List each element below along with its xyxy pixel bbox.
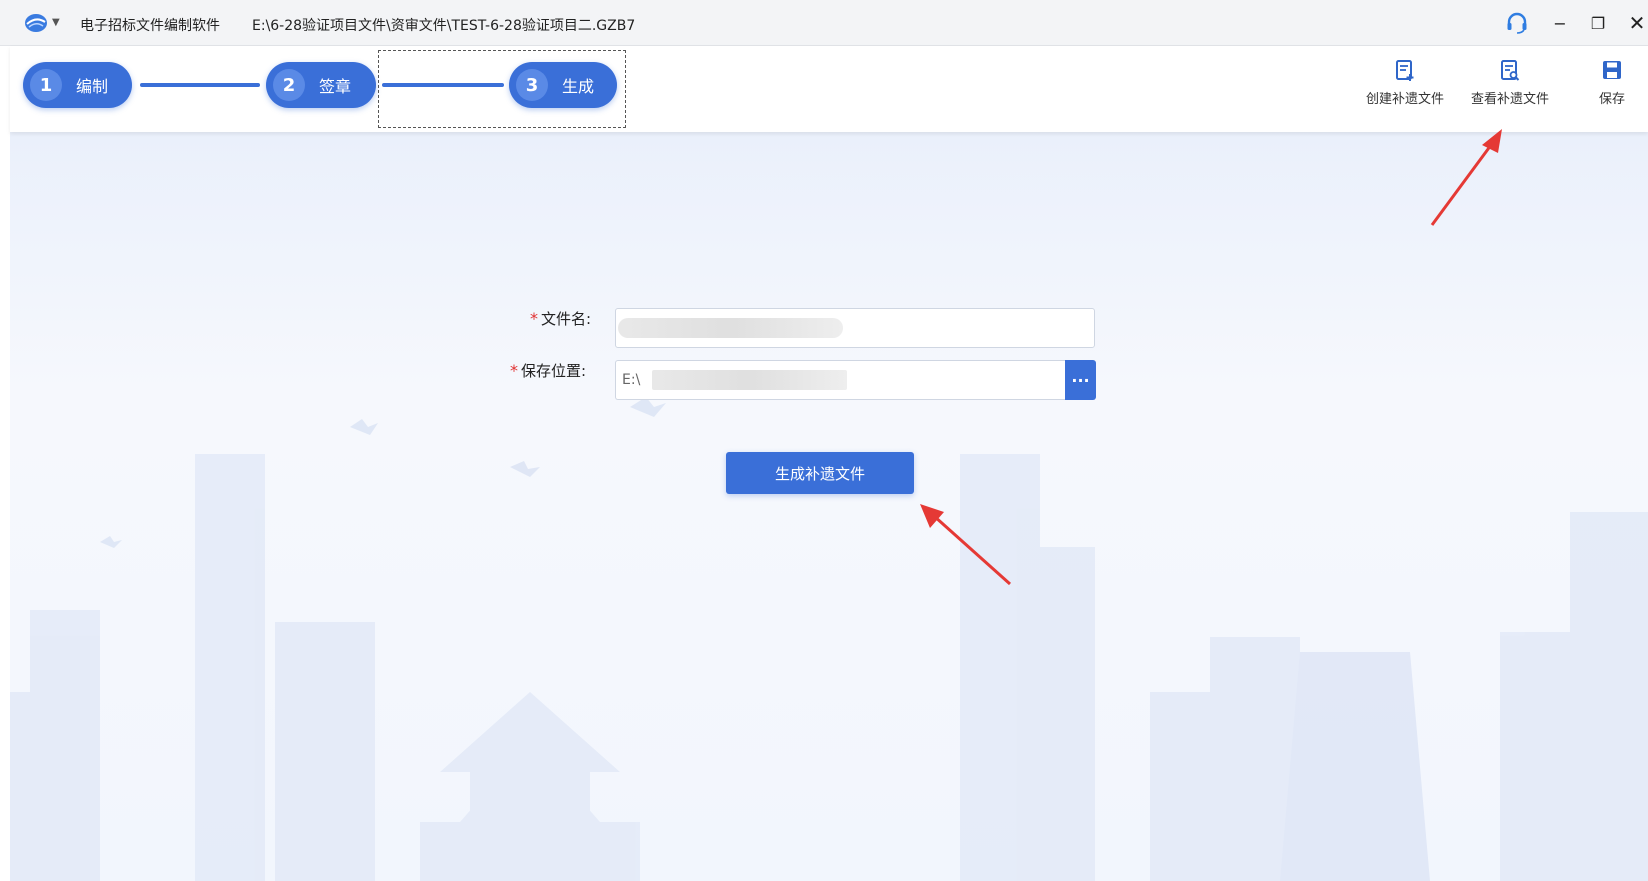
file-path: E:\6-28验证项目文件\资审文件\TEST-6-28验证项目二.GZB7 bbox=[252, 18, 636, 34]
browse-button[interactable]: ··· bbox=[1065, 360, 1096, 400]
redacted-text bbox=[618, 318, 843, 338]
required-mark: * bbox=[530, 309, 538, 328]
file-name-label: 文件名: bbox=[541, 310, 592, 328]
step-sign[interactable]: 2 签章 bbox=[266, 62, 376, 108]
step-number: 1 bbox=[30, 69, 62, 101]
save-button[interactable]: 保存 bbox=[1588, 60, 1636, 107]
view-addendum-button[interactable]: 查看补遗文件 bbox=[1459, 60, 1561, 107]
create-addendum-label: 创建补遗文件 bbox=[1365, 92, 1444, 107]
step-toolbar: 1 编制 2 签章 3 生成 创建补遗文件 查看补遗文件 保存 bbox=[10, 46, 1648, 132]
step-number: 2 bbox=[273, 69, 305, 101]
step-edit[interactable]: 1 编制 bbox=[23, 62, 132, 108]
save-location-input[interactable]: E:\ bbox=[615, 360, 1065, 400]
view-document-icon bbox=[1501, 60, 1520, 81]
view-addendum-label: 查看补遗文件 bbox=[1470, 92, 1549, 107]
save-label: 保存 bbox=[1598, 92, 1625, 107]
app-title: 电子招标文件编制软件 bbox=[80, 18, 220, 34]
save-location-label: 保存位置: bbox=[521, 362, 587, 380]
create-document-icon bbox=[1396, 60, 1414, 81]
close-button[interactable]: ✕ bbox=[1624, 10, 1648, 36]
generate-addendum-button[interactable]: 生成补遗文件 bbox=[726, 452, 914, 494]
required-mark: * bbox=[510, 361, 518, 380]
floppy-disk-icon bbox=[1603, 61, 1621, 79]
minimize-button[interactable]: − bbox=[1547, 10, 1573, 36]
step-label: 签章 bbox=[319, 77, 352, 96]
restore-button[interactable]: ❐ bbox=[1585, 10, 1611, 36]
app-menu-caret-icon[interactable]: ▼ bbox=[52, 17, 60, 28]
main-content: * 文件名: * 保存位置: E:\ ··· 生成补遗文件 bbox=[10, 132, 1648, 881]
step-number: 3 bbox=[516, 69, 548, 101]
customer-service-headset-icon[interactable] bbox=[1504, 10, 1530, 36]
app-logo-icon[interactable] bbox=[24, 13, 48, 33]
file-name-input[interactable] bbox=[615, 308, 1095, 348]
step-connector bbox=[140, 83, 260, 87]
create-addendum-button[interactable]: 创建补遗文件 bbox=[1354, 60, 1456, 107]
title-bar: ▼ 电子招标文件编制软件 E:\6-28验证项目文件\资审文件\TEST-6-2… bbox=[0, 0, 1648, 46]
step-generate[interactable]: 3 生成 bbox=[509, 62, 617, 108]
step-label: 编制 bbox=[76, 77, 109, 96]
file-name-row: * 文件名: bbox=[530, 308, 591, 329]
redacted-text bbox=[652, 370, 847, 390]
city-skyline-background bbox=[10, 397, 1648, 881]
step-label: 生成 bbox=[562, 77, 595, 96]
save-location-value: E:\ bbox=[622, 372, 641, 388]
save-location-row: * 保存位置: bbox=[510, 360, 586, 381]
